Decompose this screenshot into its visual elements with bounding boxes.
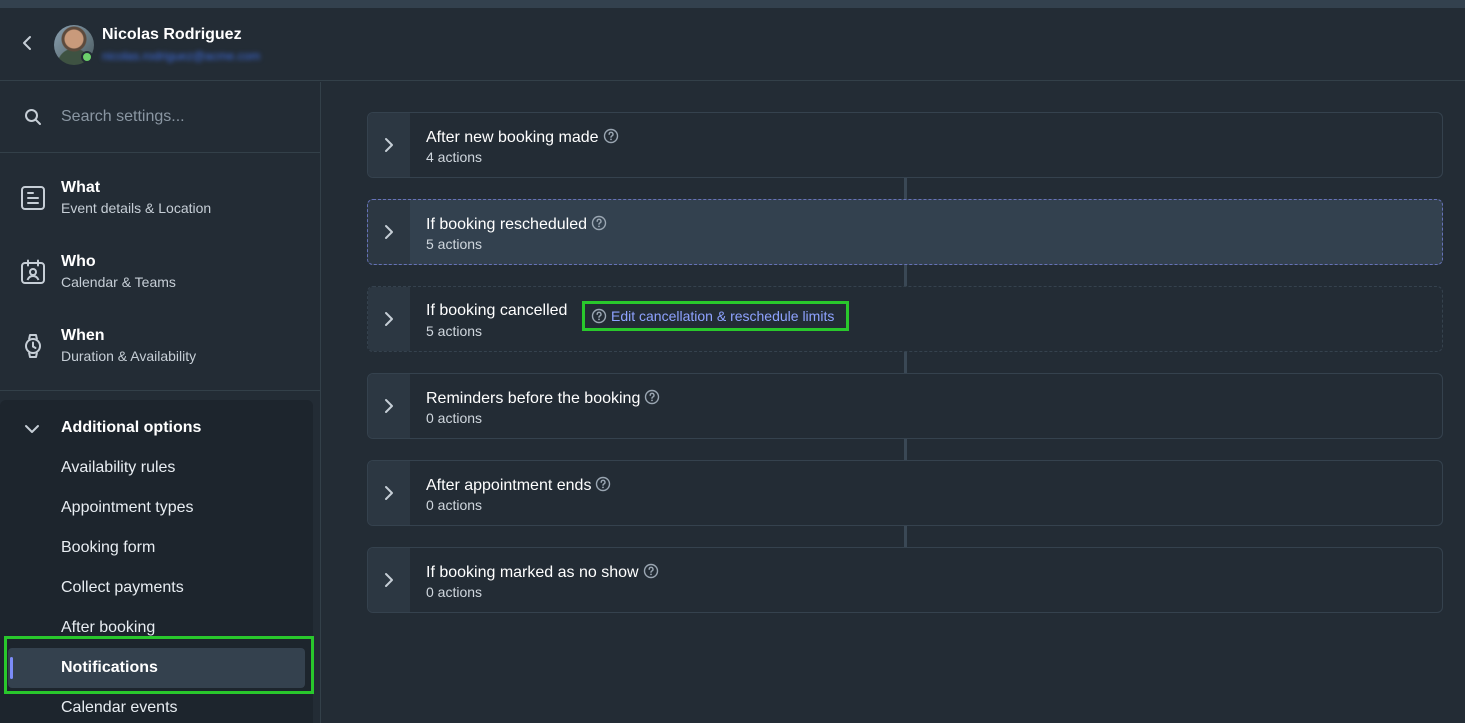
sidebar-item-subtitle: Duration & Availability	[61, 348, 197, 364]
settings-sidebar: What Event details & Location Who Calend…	[0, 82, 321, 723]
watch-icon	[25, 334, 41, 358]
expand-button[interactable]	[368, 374, 410, 438]
trigger-card-after-new-booking[interactable]: After new booking made 4 actions	[367, 112, 1443, 178]
expand-button[interactable]	[368, 548, 410, 612]
sidebar-item-label: Notifications	[61, 659, 158, 676]
connector-line	[904, 526, 907, 548]
help-circle-icon[interactable]	[595, 476, 611, 492]
edit-link-label: Edit cancellation & reschedule limits	[611, 308, 835, 324]
sidebar-item-title: What	[61, 179, 101, 196]
sidebar-item-collect-payments[interactable]: Collect payments	[61, 579, 184, 597]
trigger-title-row: If booking marked as no show	[426, 563, 659, 582]
expand-button[interactable]	[368, 461, 410, 525]
active-indicator	[10, 657, 13, 679]
trigger-title-row: After appointment ends	[426, 476, 611, 495]
trigger-card-rescheduled[interactable]: If booking rescheduled 5 actions	[367, 199, 1443, 265]
additional-options-panel: Additional options Availability rules Ap…	[0, 400, 313, 723]
chevron-right-icon	[385, 399, 393, 413]
help-circle-icon[interactable]	[643, 563, 659, 579]
trigger-title-row: Reminders before the booking	[426, 389, 660, 408]
document-icon	[21, 186, 45, 210]
chevron-right-icon	[385, 225, 393, 239]
chevron-left-icon	[23, 36, 31, 50]
trigger-card-after-appointment[interactable]: After appointment ends 0 actions	[367, 460, 1443, 526]
help-circle-icon[interactable]	[603, 128, 619, 144]
trigger-action-count: 4 actions	[426, 149, 483, 165]
sidebar-item-what[interactable]: What Event details & Location	[0, 179, 321, 249]
trigger-title: If booking rescheduled	[426, 216, 587, 233]
sidebar-item-availability-rules[interactable]: Availability rules	[61, 459, 175, 477]
top-strip	[0, 0, 1465, 8]
sidebar-item-when[interactable]: When Duration & Availability	[0, 327, 321, 397]
connector-line	[904, 439, 907, 461]
trigger-action-count: 0 actions	[426, 410, 483, 426]
connector-line	[904, 265, 907, 287]
trigger-action-count: 0 actions	[426, 497, 483, 513]
workflow-triggers: After new booking made 4 actions If book…	[322, 82, 1465, 723]
search-icon	[25, 109, 41, 125]
sidebar-item-subtitle: Event details & Location	[61, 200, 212, 216]
sidebar-item-title: Who	[61, 253, 96, 270]
trigger-card-reminders[interactable]: Reminders before the booking 0 actions	[367, 373, 1443, 439]
chevron-right-icon	[385, 138, 393, 152]
user-name: Nicolas Rodriguez	[102, 26, 242, 43]
trigger-title: Reminders before the booking	[426, 390, 641, 407]
sidebar-item-notifications[interactable]: Notifications	[8, 648, 305, 688]
search-input[interactable]	[61, 104, 301, 130]
additional-options-title[interactable]: Additional options	[61, 419, 201, 437]
trigger-card-cancelled[interactable]: If booking cancelled 5 actions Edit canc…	[367, 286, 1443, 352]
user-email: nicolas.rodriguez@acme.com	[102, 49, 261, 63]
edit-cancellation-limits-link[interactable]: Edit cancellation & reschedule limits	[582, 301, 850, 331]
online-status-dot	[81, 51, 93, 63]
chevron-right-icon	[385, 573, 393, 587]
help-circle-icon[interactable]	[591, 215, 607, 231]
sidebar-item-subtitle: Calendar & Teams	[61, 274, 176, 290]
trigger-title-row: If booking rescheduled	[426, 215, 607, 234]
back-button[interactable]	[18, 33, 38, 53]
expand-button[interactable]	[368, 113, 410, 177]
help-circle-icon[interactable]	[591, 308, 607, 324]
sidebar-item-after-booking[interactable]: After booking	[61, 619, 155, 637]
sidebar-item-who[interactable]: Who Calendar & Teams	[0, 253, 321, 323]
chevron-right-icon	[385, 312, 393, 326]
expand-button[interactable]	[368, 287, 410, 351]
sidebar-item-appointment-types[interactable]: Appointment types	[61, 499, 194, 517]
trigger-title: After new booking made	[426, 129, 599, 146]
chevron-down-icon[interactable]	[23, 420, 41, 438]
search-bar	[0, 82, 321, 153]
trigger-action-count: 5 actions	[426, 323, 483, 339]
trigger-title-row: After new booking made	[426, 128, 619, 147]
chevron-right-icon	[385, 486, 393, 500]
help-circle-icon[interactable]	[644, 389, 660, 405]
trigger-action-count: 5 actions	[426, 236, 483, 252]
calendar-user-icon	[21, 259, 45, 284]
sidebar-item-booking-form[interactable]: Booking form	[61, 539, 155, 557]
header: Nicolas Rodriguez nicolas.rodriguez@acme…	[0, 8, 1465, 81]
trigger-title: If booking marked as no show	[426, 564, 639, 581]
trigger-action-count: 0 actions	[426, 584, 483, 600]
connector-line	[904, 352, 907, 374]
trigger-title: After appointment ends	[426, 477, 592, 494]
sidebar-divider	[0, 390, 321, 391]
trigger-card-no-show[interactable]: If booking marked as no show 0 actions	[367, 547, 1443, 613]
connector-line	[904, 178, 907, 200]
sidebar-item-title: When	[61, 327, 105, 344]
sidebar-item-calendar-events[interactable]: Calendar events	[61, 699, 178, 717]
trigger-title: If booking cancelled	[426, 302, 568, 319]
expand-button[interactable]	[368, 200, 410, 264]
